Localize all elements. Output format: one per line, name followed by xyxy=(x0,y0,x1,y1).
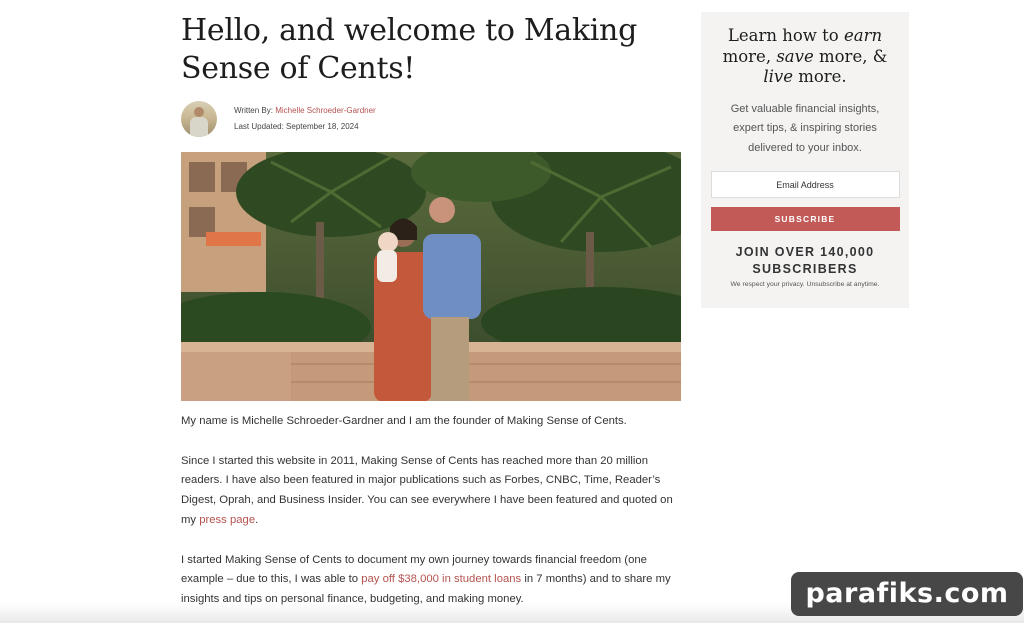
watermark-badge: parafiks.com xyxy=(791,572,1023,616)
signup-headline: Learn how to earn more, save more, & liv… xyxy=(722,26,888,86)
history-paragraph: Since I started this website in 2011, Ma… xyxy=(181,454,673,526)
family-photo-image xyxy=(181,152,681,401)
signup-description: Get valuable financial insights, expert … xyxy=(730,102,880,154)
updated-date: September 18, 2024 xyxy=(286,122,359,131)
author-link[interactable]: Michelle Schroeder-Gardner xyxy=(275,106,376,115)
intro-paragraph: My name is Michelle Schroeder-Gardner an… xyxy=(181,415,627,427)
privacy-note: We respect your privacy. Unsubscribe at … xyxy=(730,281,880,288)
subscribe-button[interactable]: SUBSCRIBE xyxy=(710,207,900,231)
author-meta: Written By: Michelle Schroeder-Gardner L… xyxy=(234,103,376,135)
family-photo xyxy=(181,152,681,401)
updated-label: Last Updated: xyxy=(234,122,284,131)
journey-paragraph: I started Making Sense of Cents to docum… xyxy=(181,553,671,606)
subscriber-count: JOIN OVER 140,000 SUBSCRIBERS xyxy=(735,245,875,276)
student-loans-link[interactable]: pay off $38,000 in student loans xyxy=(361,573,521,585)
press-page-link[interactable]: press page xyxy=(199,514,255,526)
author-byline: Written By: Michelle Schroeder-Gardner L… xyxy=(181,100,376,138)
newsletter-signup: Learn how to earn more, save more, & liv… xyxy=(701,12,909,308)
email-field[interactable] xyxy=(710,171,900,198)
page-title: Hello, and welcome to Making Sense of Ce… xyxy=(181,13,637,86)
author-avatar xyxy=(181,101,217,137)
written-by-label: Written By: xyxy=(234,106,273,115)
article-body: My name is Michelle Schroeder-Gardner an… xyxy=(181,412,681,630)
